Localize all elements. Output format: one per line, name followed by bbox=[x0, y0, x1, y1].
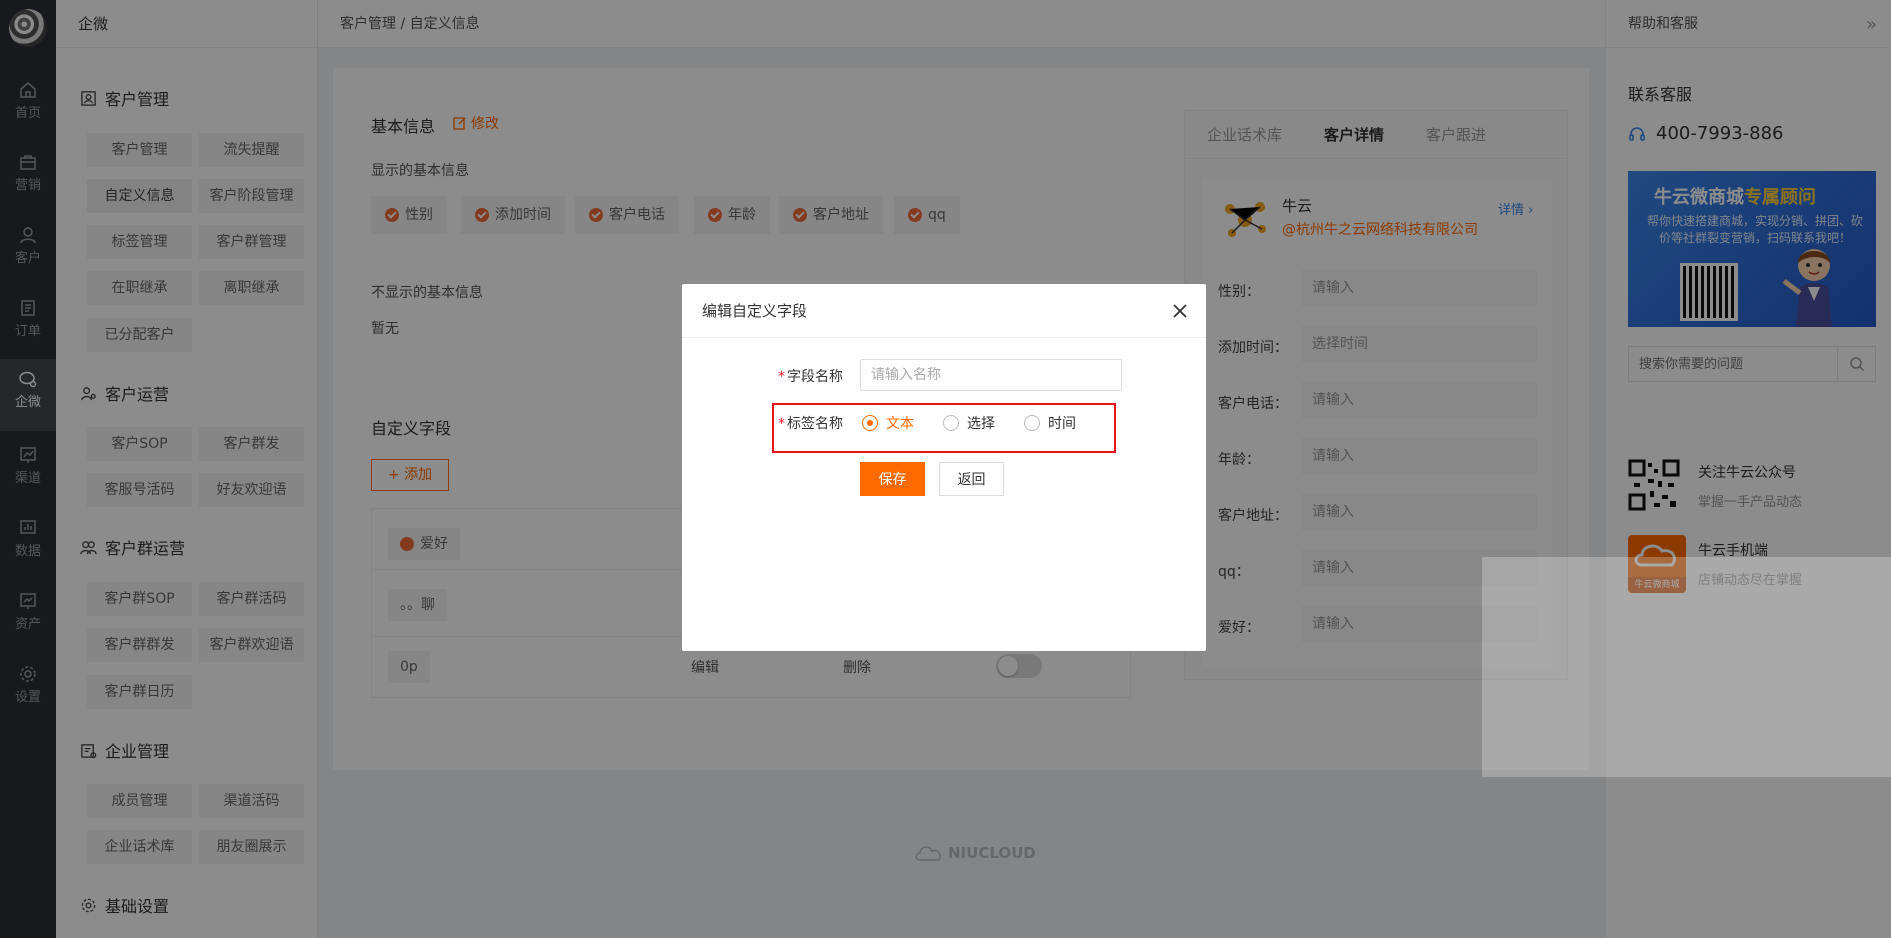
back-button[interactable]: 返回 bbox=[939, 462, 1004, 496]
radio-select[interactable]: 选择 bbox=[943, 413, 995, 433]
radio-time[interactable]: 时间 bbox=[1024, 413, 1076, 433]
edit-custom-field-dialog: 编辑自定义字段 *字段名称 *标签名称 文本 选择 时间 保存 返回 bbox=[682, 284, 1206, 651]
close-icon[interactable] bbox=[1170, 301, 1190, 321]
save-button[interactable]: 保存 bbox=[860, 462, 925, 496]
field-name-input[interactable] bbox=[860, 359, 1122, 391]
field-name-label: * 字段名称 bbox=[778, 369, 843, 385]
floating-overlay-box bbox=[1482, 557, 1891, 777]
radio-circle bbox=[862, 415, 878, 431]
radio-circle bbox=[1024, 415, 1040, 431]
dialog-title: 编辑自定义字段 bbox=[682, 284, 1206, 338]
radio-circle bbox=[943, 415, 959, 431]
tag-type-label: * 标签名称 bbox=[778, 416, 843, 432]
radio-text[interactable]: 文本 bbox=[862, 413, 914, 433]
